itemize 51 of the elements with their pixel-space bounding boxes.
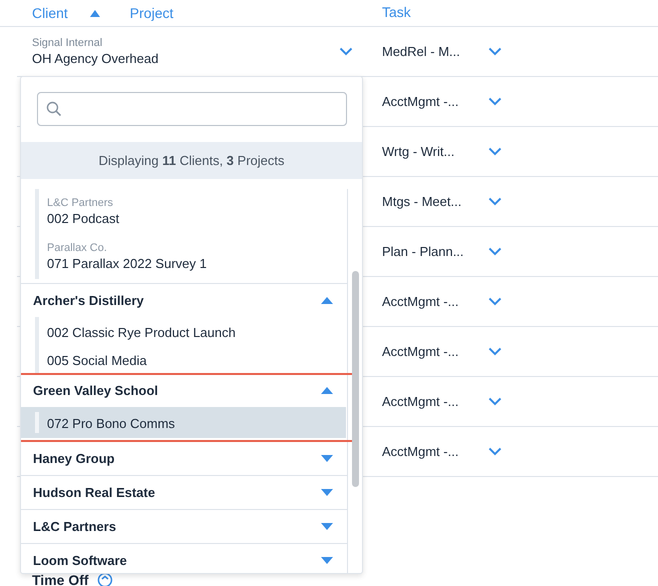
task-name: Mtgs - Meet... bbox=[382, 194, 462, 209]
sort-ascending-icon[interactable] bbox=[90, 10, 100, 16]
results-summary: Displaying 11 Clients, 3 Projects bbox=[98, 153, 284, 168]
client-name: Signal Internal bbox=[32, 37, 104, 49]
task-name: AcctMgmt -... bbox=[382, 344, 460, 359]
project-option[interactable]: 002 Classic Rye Product Launch bbox=[21, 317, 347, 345]
client-group-name: Green Valley School bbox=[33, 383, 158, 398]
client-group-name: Haney Group bbox=[33, 451, 115, 466]
chevron-down-icon[interactable] bbox=[488, 247, 502, 256]
client-group-header[interactable]: Loom Software bbox=[21, 544, 347, 573]
task-name: AcctMgmt -... bbox=[382, 294, 460, 309]
expand-triangle-icon[interactable] bbox=[321, 489, 333, 496]
chevron-down-icon[interactable] bbox=[488, 47, 502, 56]
expand-triangle-icon[interactable] bbox=[321, 523, 333, 530]
task-name: AcctMgmt -... bbox=[382, 94, 460, 109]
chevron-down-icon[interactable] bbox=[488, 347, 502, 356]
task-name: AcctMgmt -... bbox=[382, 444, 460, 459]
task-name: Wrtg - Writ... bbox=[382, 144, 456, 159]
client-group-header[interactable]: Green Valley School bbox=[21, 374, 347, 407]
section-label: Time Off bbox=[32, 572, 89, 586]
chevron-down-icon[interactable] bbox=[488, 147, 502, 156]
chevron-down-icon[interactable] bbox=[488, 97, 502, 106]
search-icon[interactable] bbox=[46, 101, 62, 117]
project-option[interactable]: 072 Pro Bono Comms bbox=[21, 407, 346, 438]
client-group-name: Hudson Real Estate bbox=[33, 485, 156, 500]
task-name: AcctMgmt -... bbox=[382, 394, 460, 409]
project-option[interactable]: L&C Partners 002 Podcast bbox=[21, 189, 347, 234]
chevron-down-icon[interactable] bbox=[488, 397, 502, 406]
circle-arrow-icon[interactable] bbox=[96, 572, 113, 586]
client-group-name: Archer's Distillery bbox=[33, 293, 144, 308]
client-group-header[interactable]: Haney Group bbox=[21, 442, 347, 475]
client-group-header[interactable]: L&C Partners bbox=[21, 510, 347, 543]
client-group-header[interactable]: Archer's Distillery bbox=[21, 284, 347, 317]
chevron-down-icon[interactable] bbox=[488, 197, 502, 206]
client-group-name: Loom Software bbox=[33, 553, 127, 568]
collapse-triangle-icon[interactable] bbox=[321, 297, 333, 304]
chevron-down-icon[interactable] bbox=[339, 47, 353, 56]
expand-triangle-icon[interactable] bbox=[321, 557, 333, 564]
client-group-header[interactable]: Hudson Real Estate bbox=[21, 476, 347, 509]
project-option[interactable]: 005 Social Media bbox=[21, 345, 347, 373]
search-field[interactable] bbox=[37, 92, 347, 126]
task-name: Plan - Plann... bbox=[382, 244, 465, 259]
expand-triangle-icon[interactable] bbox=[321, 455, 333, 462]
task-name: MedRel - M... bbox=[382, 44, 462, 59]
collapse-triangle-icon[interactable] bbox=[321, 387, 333, 394]
project-option[interactable]: Parallax Co. 071 Parallax 2022 Survey 1 bbox=[21, 234, 347, 279]
scrollbar-thumb[interactable] bbox=[352, 271, 359, 487]
project-name: OH Agency Overhead bbox=[32, 51, 158, 66]
chevron-down-icon[interactable] bbox=[488, 447, 502, 456]
client-group-name: L&C Partners bbox=[33, 519, 116, 534]
chevron-down-icon[interactable] bbox=[488, 297, 502, 306]
